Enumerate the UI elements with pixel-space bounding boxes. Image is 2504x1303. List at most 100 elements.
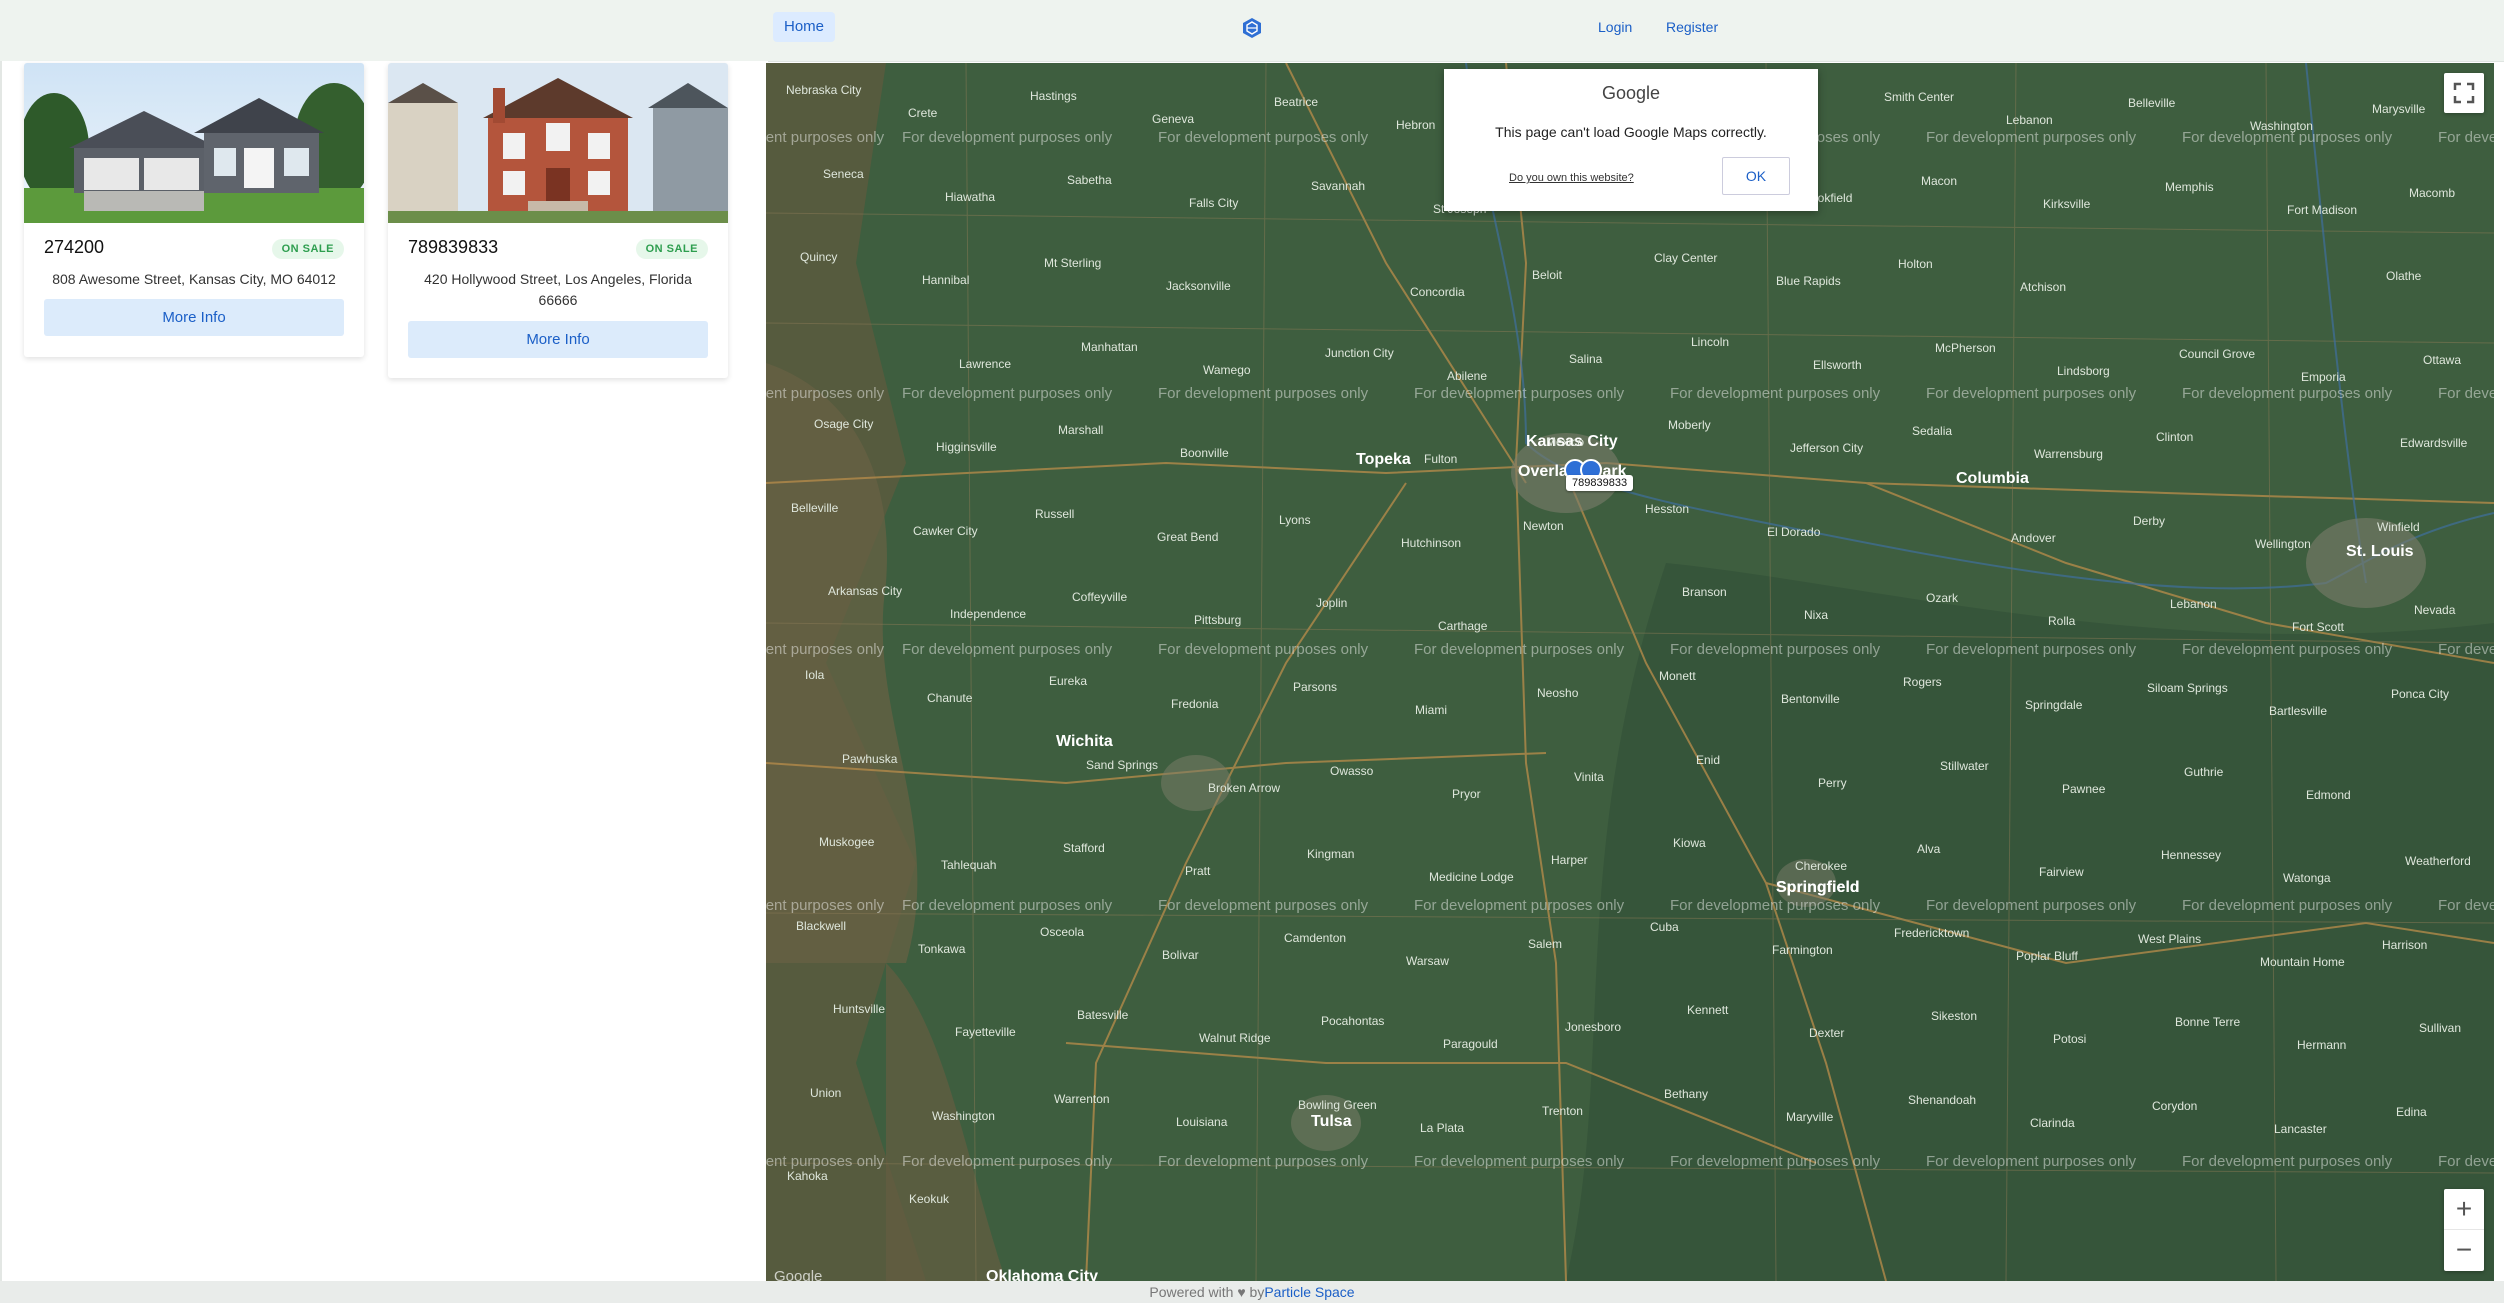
- city-label: Kingman: [1307, 847, 1355, 862]
- city-label: Memphis: [2165, 179, 2214, 194]
- city-label: Russell: [1035, 506, 1075, 521]
- map-view[interactable]: For development purposes only For develo…: [766, 63, 2494, 1281]
- city-label: Guthrie: [2184, 764, 2224, 779]
- watermark-text: For development purposes only: [766, 641, 885, 658]
- city-label: Bentonville: [1781, 692, 1840, 706]
- listing-price: 274200: [44, 237, 105, 257]
- city-label: Tahlequah: [941, 858, 997, 873]
- city-label: Shenandoah: [1908, 1092, 1977, 1107]
- city-label: Osceola: [1040, 924, 1085, 939]
- zoom-in-button[interactable]: +: [2444, 1189, 2484, 1230]
- watermark-text: For development purposes only: [1670, 641, 1881, 658]
- city-label: Enid: [1696, 752, 1721, 767]
- city-label: Blue Rapids: [1776, 274, 1841, 289]
- city-label: El Dorado: [1767, 524, 1821, 539]
- listing-photo[interactable]: [24, 63, 364, 223]
- city-label: Mountain Home: [2260, 954, 2345, 969]
- city-label: Hiawatha: [945, 189, 996, 204]
- city-label: Cherokee: [1795, 859, 1848, 874]
- city-label: Nixa: [1804, 608, 1829, 623]
- ok-button[interactable]: OK: [1722, 157, 1790, 195]
- city-label: Warrensburg: [2034, 447, 2103, 462]
- city-label: Crete: [908, 106, 938, 120]
- watermark-text: For development purposes only: [2438, 385, 2494, 402]
- city-label: Clarinda: [2030, 1115, 2075, 1130]
- city-label: Newton: [1523, 518, 1564, 533]
- city-label: Hebron: [1396, 118, 1436, 132]
- city-label: Cuba: [1650, 919, 1679, 934]
- zoom-out-button[interactable]: −: [2444, 1230, 2484, 1270]
- nav-login-link[interactable]: Login: [1598, 12, 1632, 42]
- city-label: Lebanon: [2006, 113, 2053, 127]
- watermark-text: For development purposes only: [766, 1153, 885, 1170]
- city-label: Ponca City: [2391, 687, 2450, 701]
- listing-address: 420 Hollywood Street, Los Angeles, Flori…: [424, 271, 692, 308]
- city-label: Quincy: [800, 250, 838, 265]
- city-label: Rogers: [1903, 675, 1942, 689]
- city-label: Ozark: [1926, 591, 1959, 606]
- watermark-text: For development purposes only: [1670, 385, 1881, 402]
- fullscreen-icon[interactable]: [2444, 73, 2484, 113]
- own-website-link[interactable]: Do you own this website?: [1509, 172, 1634, 184]
- city-label: Holton: [1898, 257, 1933, 272]
- city-label: Dexter: [1809, 1026, 1845, 1041]
- city-label: Parsons: [1293, 680, 1338, 694]
- listing-price: 789839833: [408, 237, 499, 257]
- city-label: Trenton: [1542, 1103, 1583, 1118]
- city-label: Neosho: [1537, 686, 1579, 700]
- watermark-text: For development purposes only: [902, 385, 1113, 402]
- hexagon-logo-icon[interactable]: [1240, 16, 1264, 40]
- city-label: Edmond: [2306, 787, 2351, 802]
- city-label: Sullivan: [2419, 1021, 2462, 1036]
- city-label: Fairview: [2039, 865, 2084, 880]
- city-label: Salina: [1569, 351, 1603, 366]
- city-label: Hermann: [2297, 1038, 2347, 1053]
- city-label: Lindsborg: [2057, 363, 2110, 378]
- city-label: Falls City: [1189, 195, 1239, 210]
- city-label: Rolla: [2048, 614, 2076, 629]
- city-label: Lincoln: [1691, 334, 1730, 349]
- city-label: Medicine Lodge: [1429, 870, 1514, 885]
- city-label: Geneva: [1152, 112, 1195, 126]
- city-label: Mexico: [1546, 435, 1585, 450]
- city-label: Abilene: [1447, 368, 1488, 383]
- watermark-text: For development purposes only: [2438, 641, 2494, 658]
- nav-home-button[interactable]: Home: [773, 12, 835, 42]
- more-info-button[interactable]: More Info: [44, 299, 344, 336]
- city-label: Siloam Springs: [2147, 681, 2228, 695]
- listing-photo[interactable]: [388, 63, 728, 223]
- watermark-text: For development purposes only: [766, 385, 885, 402]
- city-label: Macon: [1921, 173, 1958, 188]
- city-label: Seneca: [823, 166, 864, 181]
- city-label: Wamego: [1203, 362, 1251, 377]
- city-label: Lawrence: [959, 356, 1012, 371]
- particle-space-link[interactable]: Particle Space: [1264, 1284, 1354, 1300]
- city-label: Corydon: [2152, 1098, 2198, 1113]
- city-label: Muskogee: [819, 835, 875, 850]
- city-label: Paragould: [1443, 1037, 1498, 1052]
- watermark-text: For development purposes only: [1926, 641, 2137, 658]
- watermark-text: For development purposes only: [902, 897, 1113, 914]
- city-label: Vinita: [1574, 769, 1604, 784]
- watermark-text: For development purposes only: [1414, 385, 1625, 402]
- nav-register-link[interactable]: Register: [1666, 12, 1718, 42]
- city-label: Atchison: [2020, 280, 2067, 295]
- city-label: Independence: [950, 607, 1027, 622]
- city-label: Arkansas City: [828, 584, 903, 599]
- city-label: Carthage: [1438, 619, 1488, 634]
- city-label: Jacksonville: [1166, 279, 1231, 294]
- city-label: Pryor: [1452, 786, 1481, 801]
- city-label: Moberly: [1668, 418, 1711, 433]
- city-label: Macomb: [2409, 185, 2456, 200]
- footer: Powered with ♥ byParticle Space: [0, 1281, 2504, 1303]
- city-label: Mt Sterling: [1044, 256, 1102, 271]
- city-label: Washington: [2250, 119, 2313, 133]
- city-label: Clay Center: [1654, 251, 1718, 266]
- google-logo: Google: [1601, 83, 1661, 103]
- more-info-button[interactable]: More Info: [408, 321, 708, 358]
- city-label: Bethany: [1664, 1086, 1709, 1101]
- marker-label[interactable]: 789839833: [1566, 475, 1634, 491]
- watermark-text: For development purposes only: [1158, 129, 1369, 146]
- city-label: Huntsville: [833, 1002, 886, 1017]
- city-label: Tulsa: [1311, 1113, 1352, 1130]
